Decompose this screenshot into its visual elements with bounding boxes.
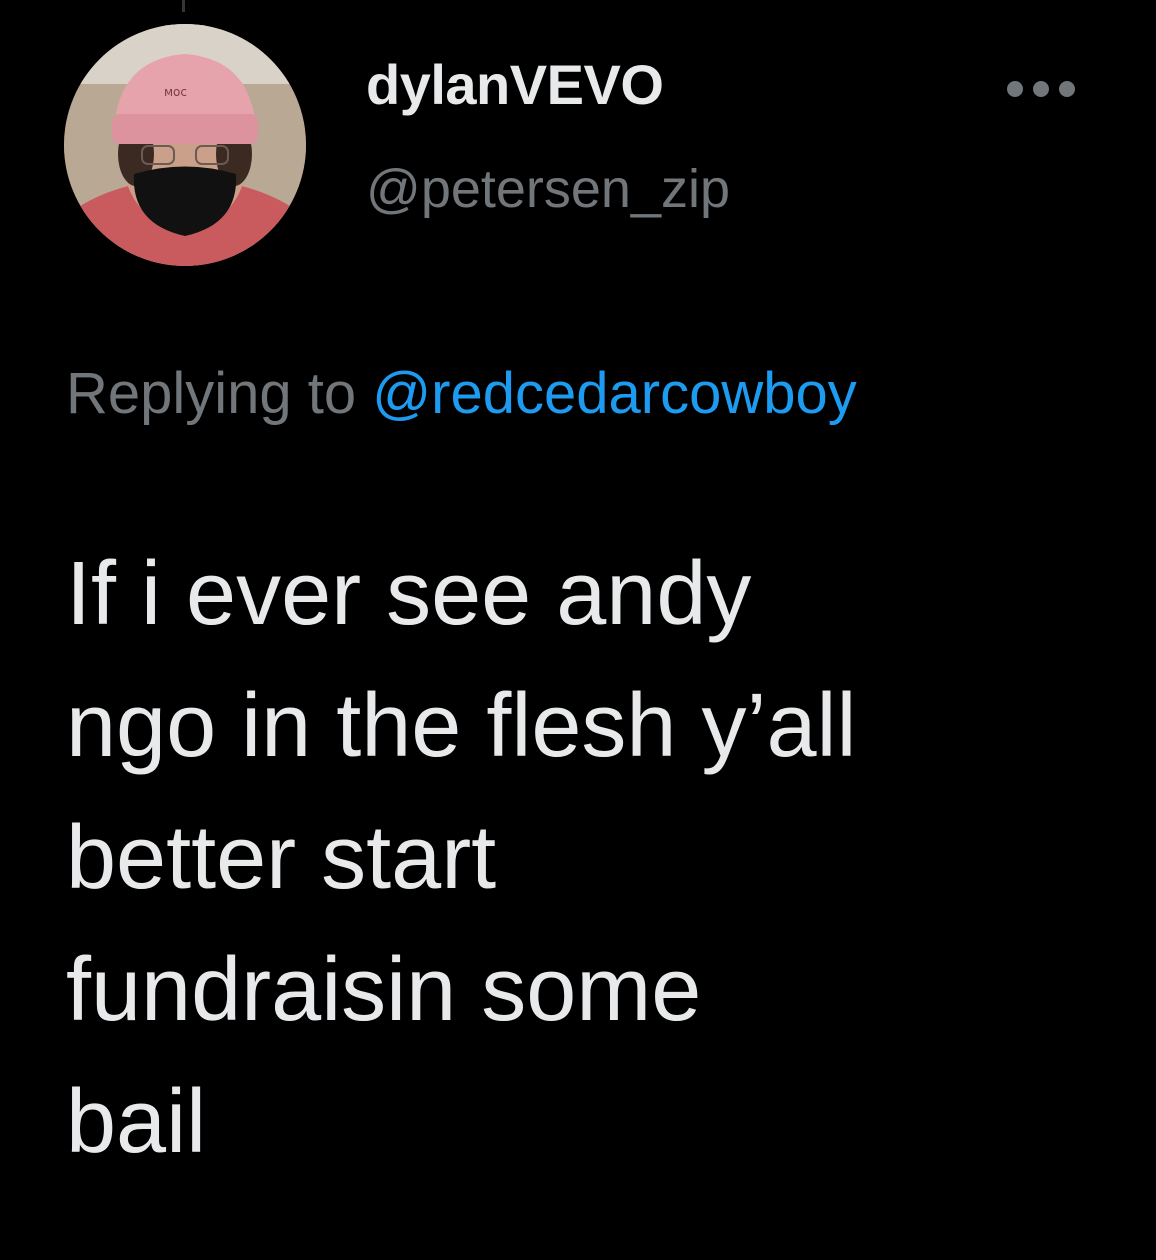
avatar[interactable]: ᴍᴏᴄ bbox=[64, 24, 306, 266]
svg-text:ᴍᴏᴄ: ᴍᴏᴄ bbox=[164, 85, 187, 99]
reply-context-prefix: Replying to bbox=[66, 361, 357, 426]
profile-photo-avatar: ᴍᴏᴄ bbox=[64, 24, 306, 266]
thread-connector-line bbox=[182, 0, 185, 12]
reply-context: Replying to @redcedarcowboy bbox=[66, 360, 857, 427]
author-display-name[interactable]: dylanVEVO bbox=[366, 52, 664, 117]
reply-mention-link[interactable]: @redcedarcowboy bbox=[372, 361, 856, 426]
author-handle[interactable]: @petersen_zip bbox=[366, 158, 730, 220]
more-horizontal-icon bbox=[1007, 81, 1075, 97]
tweet-text: If i ever see andy ngo in the flesh y’al… bbox=[66, 544, 857, 1172]
more-options-button[interactable] bbox=[996, 64, 1086, 114]
